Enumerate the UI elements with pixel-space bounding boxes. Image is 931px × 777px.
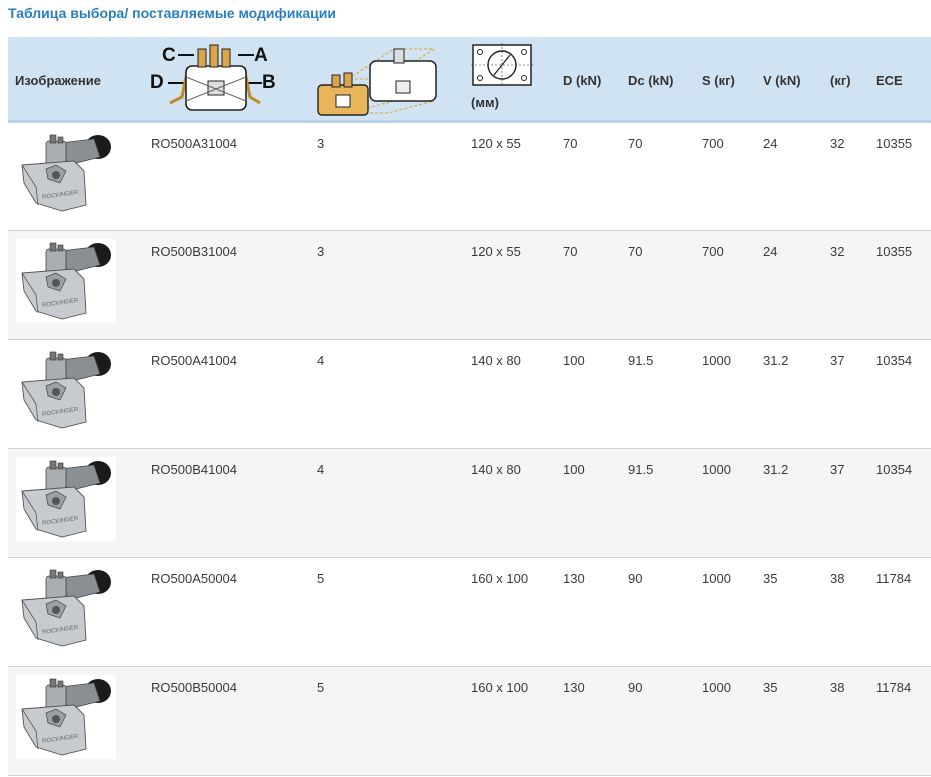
header-image: Изображение: [15, 73, 101, 88]
dims-cell: 160 x 100: [471, 571, 529, 586]
d-cell: 70: [563, 136, 578, 151]
dims-cell: 140 x 80: [471, 462, 521, 477]
size-cell: 3: [317, 244, 325, 259]
d-cell: 130: [563, 571, 585, 586]
dims-cell: 120 x 55: [471, 136, 521, 151]
header-dc: Dc (kN): [628, 73, 674, 88]
dc-cell: 70: [628, 244, 643, 259]
kg-cell: 32: [830, 136, 845, 151]
v-cell: 35: [763, 571, 778, 586]
dc-cell: 70: [628, 136, 643, 151]
s-cell: 700: [702, 244, 724, 259]
d-cell: 70: [563, 244, 578, 259]
dc-cell: 90: [628, 680, 643, 695]
dims-cell: 120 x 55: [471, 244, 521, 259]
label-b: B: [262, 72, 276, 93]
label-c: C: [162, 45, 176, 66]
mounting-size-diagram: [314, 41, 442, 119]
d-cell: 130: [563, 680, 585, 695]
s-cell: 1000: [702, 680, 731, 695]
v-cell: 24: [763, 244, 778, 259]
code-cell: RO500A31004: [151, 136, 238, 151]
dims-cell: 160 x 100: [471, 680, 529, 695]
table-row: ROCKINGER RO500A41004 4 140 x 80 100 91.…: [8, 340, 931, 449]
code-cell: RO500A41004: [151, 353, 238, 368]
ece-cell: 11784: [876, 680, 912, 695]
size-cell: 5: [317, 571, 325, 586]
v-cell: 35: [763, 680, 778, 695]
kg-cell: 37: [830, 462, 845, 477]
size-cell: 5: [317, 680, 325, 695]
product-image[interactable]: ROCKINGER: [16, 675, 116, 759]
size-cell: 3: [317, 136, 325, 151]
page-title: Таблица выбора/ поставляемые модификации: [8, 5, 336, 21]
label-a: A: [254, 45, 268, 66]
kg-cell: 38: [830, 680, 845, 695]
v-cell: 31.2: [763, 462, 789, 477]
size-cell: 4: [317, 462, 325, 477]
table-row: ROCKINGER RO500B41004 4 140 x 80 100 91.…: [8, 449, 931, 558]
code-cell: RO500B31004: [151, 244, 238, 259]
header-s: S (кг): [702, 73, 735, 88]
table-row: ROCKINGER RO500A50004 5 160 x 100 130 90…: [8, 558, 931, 667]
dc-cell: 90: [628, 571, 643, 586]
code-cell: RO500B41004: [151, 462, 238, 477]
header-v: V (kN): [763, 73, 801, 88]
s-cell: 1000: [702, 571, 731, 586]
product-image[interactable]: ROCKINGER: [16, 348, 116, 432]
label-d: D: [150, 72, 164, 93]
header-d: D (kN): [563, 73, 602, 88]
code-cell: RO500B50004: [151, 680, 238, 695]
kg-cell: 37: [830, 353, 845, 368]
ece-cell: 10355: [876, 244, 913, 259]
d-cell: 100: [563, 462, 585, 477]
coupling-adjust-diagram: C A D B: [148, 41, 283, 119]
selection-table: Изображение C A D B (мм) D (kN) Dc (kN) …: [8, 37, 931, 776]
header-mm: (мм): [471, 95, 499, 110]
product-image[interactable]: ROCKINGER: [16, 566, 116, 650]
product-image[interactable]: ROCKINGER: [16, 239, 116, 323]
table-row: ROCKINGER RO500B50004 5 160 x 100 130 90…: [8, 667, 931, 776]
ece-cell: 10354: [876, 462, 913, 477]
code-cell: RO500A50004: [151, 571, 238, 586]
s-cell: 1000: [702, 353, 731, 368]
kg-cell: 38: [830, 571, 845, 586]
s-cell: 700: [702, 136, 724, 151]
ece-cell: 10354: [876, 353, 913, 368]
table-row: ROCKINGER RO500B31004 3 120 x 55 70 70 7…: [8, 231, 931, 340]
header-ece: ECE: [876, 73, 903, 88]
table-row: ROCKINGER RO500A31004 3 120 x 55 70 70 7…: [8, 123, 931, 231]
product-image[interactable]: ROCKINGER: [16, 457, 116, 541]
flange-plate-diagram: [471, 43, 535, 89]
dc-cell: 91.5: [628, 462, 654, 477]
s-cell: 1000: [702, 462, 731, 477]
table-header: Изображение C A D B (мм) D (kN) Dc (kN) …: [8, 37, 931, 123]
v-cell: 31.2: [763, 353, 789, 368]
ece-cell: 11784: [876, 571, 912, 586]
v-cell: 24: [763, 136, 778, 151]
dims-cell: 140 x 80: [471, 353, 521, 368]
size-cell: 4: [317, 353, 325, 368]
kg-cell: 32: [830, 244, 845, 259]
ece-cell: 10355: [876, 136, 913, 151]
dc-cell: 91.5: [628, 353, 654, 368]
product-image[interactable]: ROCKINGER: [16, 131, 116, 215]
d-cell: 100: [563, 353, 585, 368]
header-kg: (кг): [830, 73, 851, 88]
